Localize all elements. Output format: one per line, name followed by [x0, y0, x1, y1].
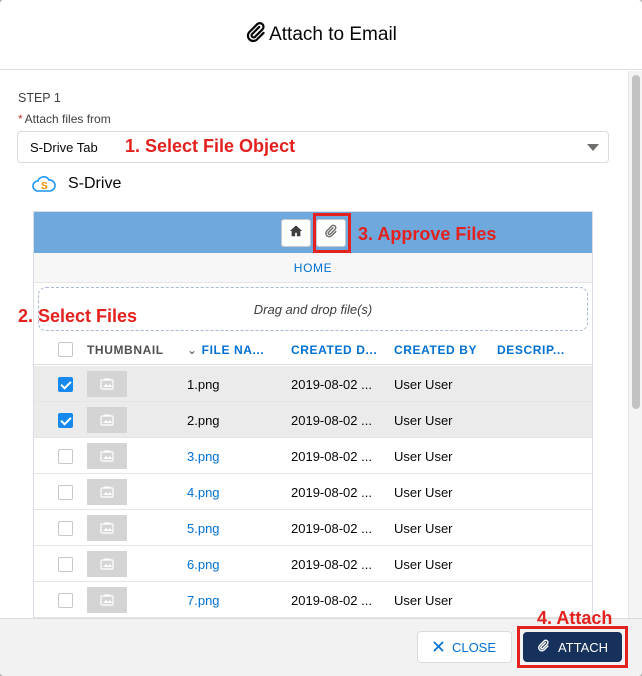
created-by-cell: User User	[394, 377, 453, 392]
row-checkbox[interactable]	[58, 449, 73, 464]
row-checkbox[interactable]	[58, 377, 73, 392]
annotation-select-files: 2. Select Files	[18, 306, 138, 326]
paperclip-icon	[245, 21, 267, 49]
file-name-link[interactable]: 1.png	[187, 377, 220, 392]
sdrive-file-panel: HOME Drag and drop file(s) THUMBNAIL ⌄ FI…	[33, 211, 593, 618]
scrollbar-thumb[interactable]	[632, 75, 640, 409]
close-icon	[433, 640, 444, 655]
step-label: STEP 1	[18, 91, 61, 105]
created-by-cell: User User	[394, 521, 453, 536]
annotation-approve-files: 3. Approve Files	[358, 224, 497, 244]
approve-files-highlight	[313, 213, 351, 253]
image-placeholder-icon	[87, 407, 127, 433]
sdrive-brand: S S-Drive	[32, 175, 121, 193]
annotation-attach: 4. Attach	[537, 608, 613, 628]
row-checkbox[interactable]	[58, 521, 73, 536]
attach-source-value: S-Drive Tab	[30, 140, 98, 155]
column-created-date[interactable]: CREATED D...	[291, 343, 377, 357]
created-by-cell: User User	[394, 449, 453, 464]
file-name-link[interactable]: 2.png	[187, 413, 220, 428]
required-marker: *	[18, 112, 23, 126]
table-row[interactable]: 5.png 2019-08-02 ... User User	[34, 510, 592, 546]
image-placeholder-icon	[87, 443, 127, 469]
file-name-link[interactable]: 5.png	[187, 521, 220, 536]
created-date-cell: 2019-08-02 ...	[291, 521, 372, 536]
attach-button-highlight: ATTACH	[517, 626, 628, 668]
chevron-down-icon: ⌄	[187, 343, 198, 357]
column-file-name[interactable]: ⌄ FILE NA...	[187, 343, 264, 357]
created-date-cell: 2019-08-02 ...	[291, 557, 372, 572]
modal-body: STEP 1 * Attach files from S-Drive Tab 1.…	[0, 71, 642, 618]
attach-button-label: ATTACH	[557, 639, 609, 655]
file-name-link[interactable]: 7.png	[187, 593, 220, 608]
close-button-label: CLOSE	[451, 639, 497, 655]
file-name-link[interactable]: 4.png	[187, 485, 220, 500]
file-name-link[interactable]: 6.png	[187, 557, 220, 572]
attach-from-label-text: Attach files from	[24, 112, 111, 126]
sdrive-brand-name: S-Drive	[68, 175, 122, 192]
modal-title: Attach to Email	[245, 21, 397, 49]
column-created-by[interactable]: CREATED BY	[394, 343, 477, 357]
column-description[interactable]: DESCRIP...	[497, 343, 565, 357]
breadcrumb-home[interactable]: HOME	[294, 261, 332, 275]
column-thumbnail: THUMBNAIL	[87, 343, 164, 357]
home-button[interactable]	[281, 219, 311, 247]
row-checkbox[interactable]	[58, 593, 73, 608]
chevron-down-icon	[587, 144, 599, 151]
created-by-cell: User User	[394, 593, 453, 608]
row-checkbox[interactable]	[58, 557, 73, 572]
image-placeholder-icon	[87, 479, 127, 505]
created-by-cell: User User	[394, 413, 453, 428]
paperclip-icon	[537, 639, 550, 655]
attach-to-email-modal: Attach to Email STEP 1 * Attach files fro…	[0, 0, 642, 676]
table-row[interactable]: 7.png 2019-08-02 ... User User	[34, 582, 592, 618]
column-file-name-label: FILE NA...	[201, 343, 265, 357]
svg-text:S: S	[41, 181, 48, 192]
home-icon	[289, 224, 303, 243]
table-row[interactable]: 4.png 2019-08-02 ... User User	[34, 474, 592, 510]
file-table-header: THUMBNAIL ⌄ FILE NA... CREATED D... CREAT…	[34, 333, 592, 365]
table-row[interactable]: 2.png 2019-08-02 ... User User	[34, 402, 592, 438]
created-date-cell: 2019-08-02 ...	[291, 593, 372, 608]
image-placeholder-icon	[87, 515, 127, 541]
created-date-cell: 2019-08-02 ...	[291, 449, 372, 464]
file-name-link[interactable]: 3.png	[187, 449, 220, 464]
dropzone-text: Drag and drop file(s)	[253, 301, 373, 317]
close-button[interactable]: CLOSE	[417, 631, 512, 663]
table-row[interactable]: 3.png 2019-08-02 ... User User	[34, 438, 592, 474]
modal-header: Attach to Email	[0, 0, 642, 70]
breadcrumb: HOME	[34, 253, 592, 283]
created-date-cell: 2019-08-02 ...	[291, 413, 372, 428]
created-date-cell: 2019-08-02 ...	[291, 377, 372, 392]
attach-source-select[interactable]: S-Drive Tab	[17, 131, 609, 163]
row-checkbox[interactable]	[58, 485, 73, 500]
attach-button[interactable]: ATTACH	[523, 632, 622, 662]
image-placeholder-icon	[87, 587, 127, 613]
created-by-cell: User User	[394, 485, 453, 500]
image-placeholder-icon	[87, 371, 127, 397]
annotation-select-file-object: 1. Select File Object	[125, 136, 296, 156]
table-row[interactable]: 1.png 2019-08-02 ... User User	[34, 366, 592, 402]
attach-from-label: * Attach files from	[18, 112, 111, 126]
table-row[interactable]: 6.png 2019-08-02 ... User User	[34, 546, 592, 582]
select-all-checkbox[interactable]	[58, 342, 73, 357]
modal-scrollbar[interactable]	[628, 71, 642, 618]
created-by-cell: User User	[394, 557, 453, 572]
created-date-cell: 2019-08-02 ...	[291, 485, 372, 500]
sdrive-cloud-icon: S	[32, 175, 56, 193]
modal-title-text: Attach to Email	[269, 23, 397, 45]
image-placeholder-icon	[87, 551, 127, 577]
row-checkbox[interactable]	[58, 413, 73, 428]
